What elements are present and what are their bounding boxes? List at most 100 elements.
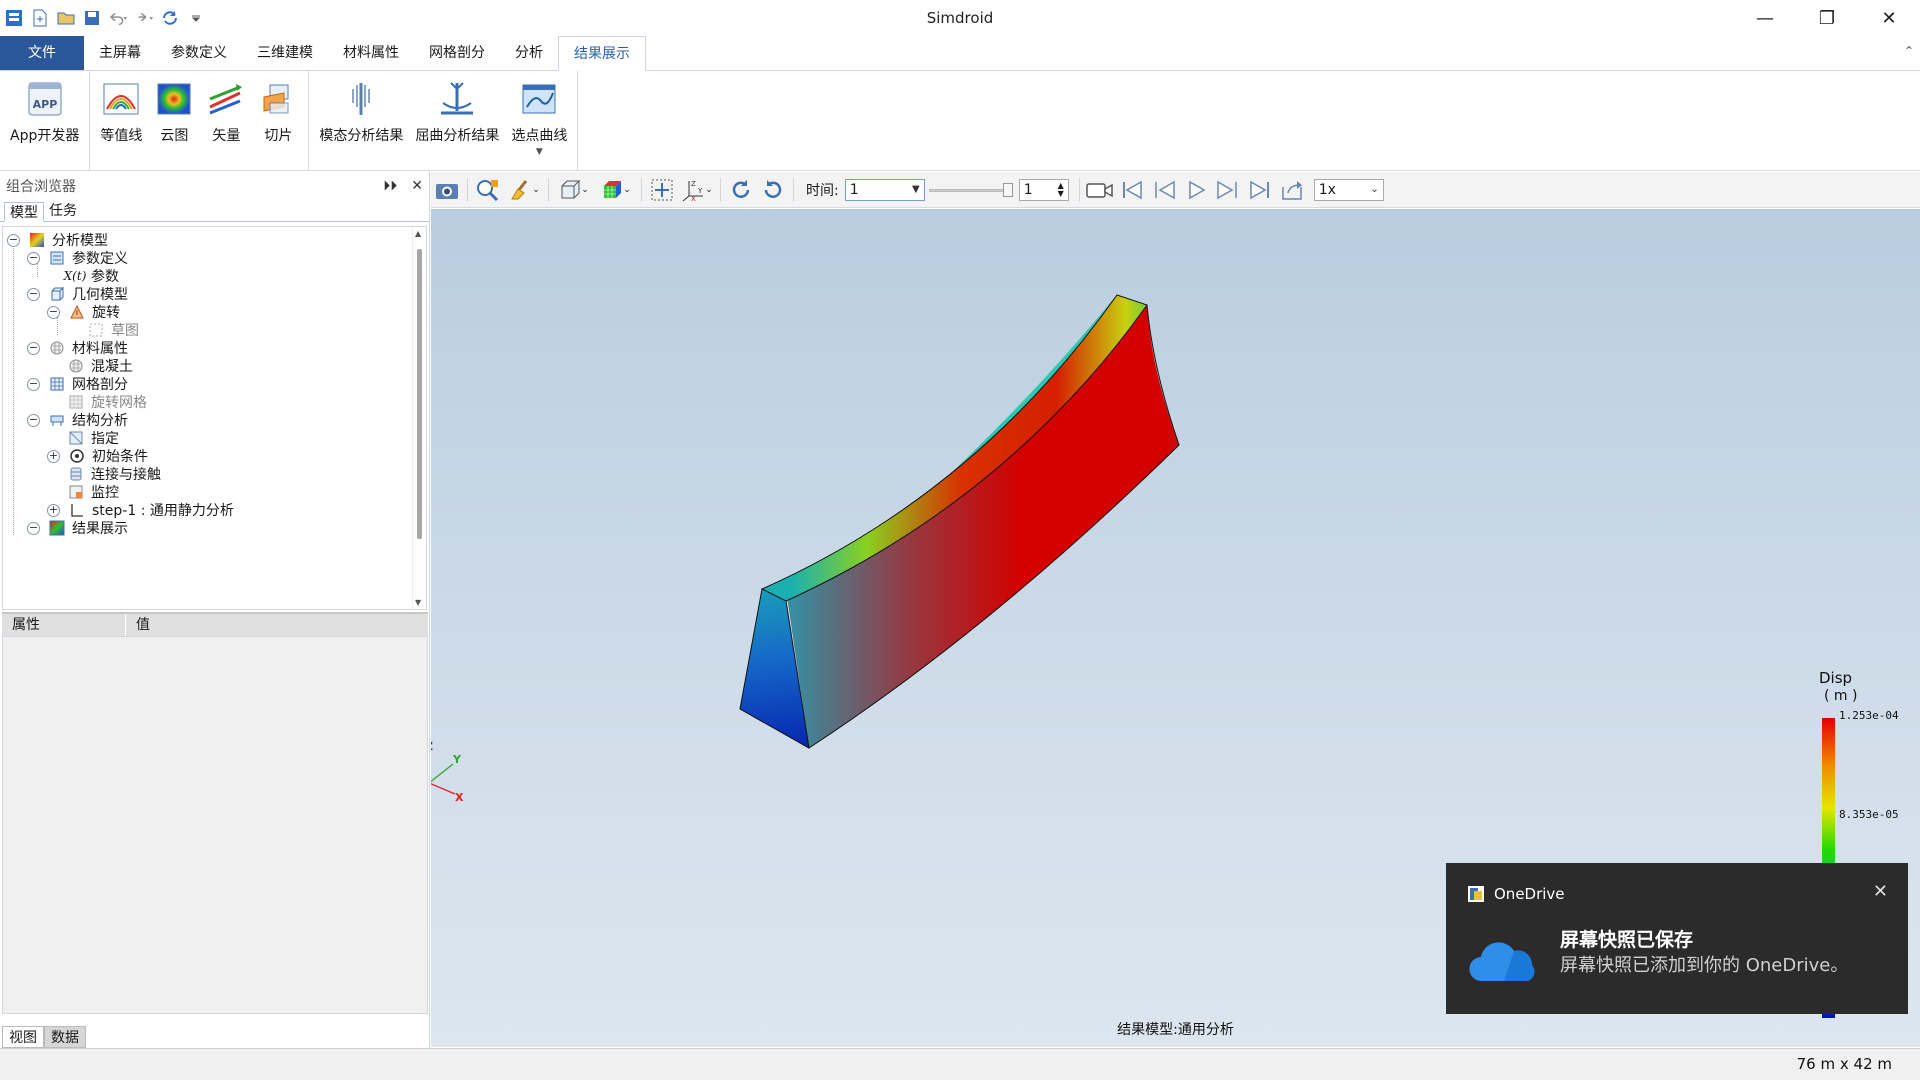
quick-access-toolbar <box>0 0 206 36</box>
time-slider[interactable] <box>928 182 1013 197</box>
tab-model[interactable]: 模型 <box>4 202 44 222</box>
cloud-map-button[interactable]: 云图 <box>148 71 200 171</box>
cube-icon <box>561 179 581 198</box>
step-back-icon <box>1154 180 1175 199</box>
rotate-cw-button[interactable] <box>725 175 757 205</box>
collapse-icon[interactable]: − <box>27 287 40 301</box>
video-camera-icon <box>1085 182 1113 198</box>
cloud-map-icon <box>157 83 191 115</box>
legend-title: Disp <box>1819 669 1853 687</box>
rotate-ccw-button[interactable] <box>757 175 789 205</box>
speed-value: 1x <box>1318 181 1336 198</box>
minimize-button[interactable]: — <box>1734 0 1796 36</box>
customize-toolbar-icon[interactable] <box>186 8 206 28</box>
collapse-ribbon-icon[interactable]: ⌃ <box>1904 44 1914 58</box>
record-button[interactable] <box>1084 175 1116 205</box>
tab-analysis[interactable]: 分析 <box>500 36 558 70</box>
tab-3d-modeling[interactable]: 三维建模 <box>242 36 328 70</box>
result-model-caption: 结果模型:通用分析 <box>1117 1022 1234 1038</box>
expand-icon[interactable]: + <box>47 503 60 517</box>
time-select[interactable]: 1 ▼ <box>844 178 925 201</box>
vector-button[interactable]: 矢量 <box>200 71 252 171</box>
tree-item-results[interactable]: − 结果展示 <box>27 517 128 539</box>
step-forward-icon <box>1216 180 1237 199</box>
app-icon: APP <box>28 82 62 116</box>
modal-result-button[interactable]: 模态分析结果 <box>313 71 409 171</box>
results-icon <box>48 519 66 537</box>
buckling-result-button[interactable]: 屈曲分析结果 <box>409 71 505 171</box>
axis-view-button[interactable]: Z Y X ⌄ <box>678 175 716 205</box>
collapse-icon[interactable]: − <box>7 233 20 247</box>
frame-spinner[interactable]: 1 ▲ ▼ <box>1018 178 1069 201</box>
tree-scrollbar[interactable]: ▲ ▼ <box>412 227 426 609</box>
slice-button[interactable]: 切片 <box>252 71 304 171</box>
status-bar: 76 m x 42 m <box>0 1048 1920 1080</box>
pin-panel-icon[interactable]: ⏵⏵ <box>383 178 397 194</box>
tab-material[interactable]: 材料属性 <box>328 36 414 70</box>
close-button[interactable]: ✕ <box>1858 0 1920 36</box>
next-frame-button[interactable] <box>1212 175 1244 205</box>
fit-all-button[interactable] <box>646 175 678 205</box>
colored-cube-icon <box>604 180 622 198</box>
onedrive-notification[interactable]: OneDrive ✕ 屏幕快照已保存 屏幕快照已添加到你的 OneDrive。 <box>1446 863 1908 1014</box>
axis-y-label: Y <box>453 753 461 766</box>
chevron-down-icon: ▼ <box>912 184 920 195</box>
tab-view[interactable]: 视图 <box>2 1026 44 1048</box>
modal-result-icon <box>352 83 371 115</box>
collapse-icon[interactable]: − <box>27 521 40 535</box>
ribbon-group-display: 等值线 云图 矢量 切片 <box>90 71 310 171</box>
browser-title: 组合浏览器 <box>6 179 76 195</box>
tab-home[interactable]: 主屏幕 <box>84 36 156 70</box>
tab-meshing[interactable]: 网格剖分 <box>414 36 500 70</box>
save-icon[interactable] <box>82 8 102 28</box>
buckling-result-icon <box>441 82 474 115</box>
first-frame-button[interactable] <box>1116 175 1148 205</box>
tab-parameters[interactable]: 参数定义 <box>156 36 242 70</box>
vector-icon <box>209 84 243 115</box>
collapse-icon[interactable]: − <box>27 341 40 355</box>
collapse-icon[interactable]: − <box>27 413 40 427</box>
zoom-fit-button[interactable] <box>472 175 504 205</box>
close-panel-icon[interactable]: ✕ <box>411 178 423 194</box>
frame-value: 1 <box>1023 181 1033 198</box>
toast-close-icon[interactable]: ✕ <box>1873 881 1888 902</box>
export-icon <box>1281 180 1302 200</box>
new-file-icon[interactable] <box>30 8 50 28</box>
tab-results[interactable]: 结果展示 <box>558 36 646 71</box>
tab-data[interactable]: 数据 <box>44 1026 86 1048</box>
last-frame-button[interactable] <box>1244 175 1276 205</box>
model-size: 76 m x 42 m <box>1796 1055 1892 1073</box>
property-column-header: 属性 <box>2 614 126 636</box>
skip-first-icon <box>1122 180 1142 199</box>
prev-frame-button[interactable] <box>1148 175 1180 205</box>
open-folder-icon[interactable] <box>56 8 76 28</box>
view-cube-button[interactable]: ⌄ <box>553 175 595 205</box>
point-curve-dropdown-icon[interactable]: ▼ <box>536 147 543 157</box>
contour-icon <box>103 83 139 115</box>
collapse-icon[interactable]: − <box>47 305 60 319</box>
app-developer-button[interactable]: APP App开发器 <box>4 71 85 171</box>
collapse-icon[interactable]: − <box>27 377 40 391</box>
render-mode-button[interactable]: ⌄ <box>595 175 637 205</box>
contour-button[interactable]: 等值线 <box>94 71 148 171</box>
toast-title: 屏幕快照已保存 <box>1560 929 1694 951</box>
export-animation-button[interactable] <box>1276 175 1308 205</box>
tab-task[interactable]: 任务 <box>44 201 82 221</box>
svg-text:Z: Z <box>691 180 696 188</box>
svg-text:APP: APP <box>32 98 57 111</box>
speed-select[interactable]: 1x ⌄ <box>1313 178 1384 201</box>
slice-icon <box>263 84 289 114</box>
screenshot-button[interactable] <box>431 175 463 205</box>
svg-text:X: X <box>691 195 696 202</box>
clear-button[interactable]: ⌄ <box>504 175 544 205</box>
undo-icon[interactable] <box>108 8 128 28</box>
play-button[interactable] <box>1180 175 1212 205</box>
point-curve-button[interactable]: 选点曲线 ▼ <box>505 71 573 171</box>
expand-icon[interactable]: + <box>47 449 60 463</box>
redo-icon[interactable] <box>134 8 154 28</box>
tab-file[interactable]: 文件 <box>0 36 84 70</box>
browser-header: 组合浏览器 ⏵⏵ ✕ <box>0 172 429 200</box>
collapse-icon[interactable]: − <box>27 251 40 265</box>
refresh-icon[interactable] <box>160 8 180 28</box>
restore-button[interactable]: ❐ <box>1796 0 1858 36</box>
